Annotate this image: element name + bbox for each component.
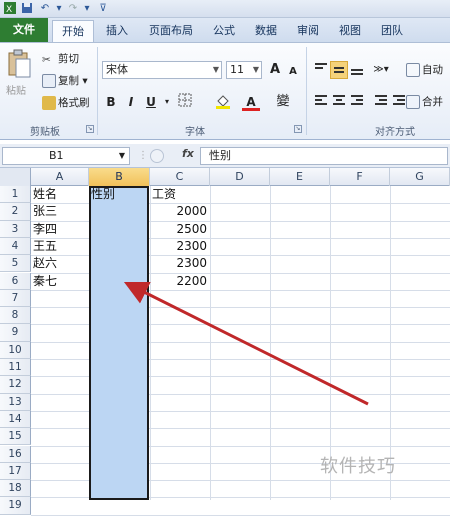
annotation-arrow <box>123 281 369 406</box>
arrow-line <box>123 281 369 406</box>
